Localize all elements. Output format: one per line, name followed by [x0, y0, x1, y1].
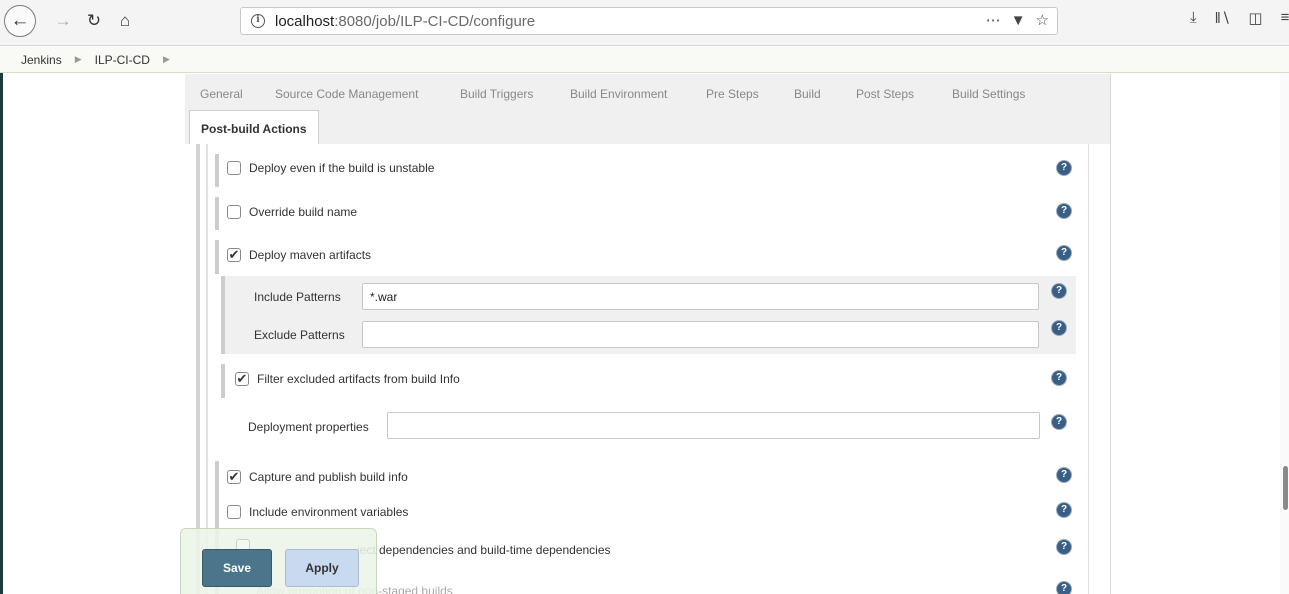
- include-env-option: Include environment variables: [227, 505, 408, 519]
- include-env-checkbox[interactable]: [227, 505, 241, 519]
- help-icon[interactable]: ?: [1057, 540, 1071, 554]
- override-name-label: Override build name: [249, 205, 358, 219]
- tab-post-build-actions[interactable]: Post-build Actions: [189, 110, 319, 144]
- info-icon[interactable]: i: [251, 14, 265, 28]
- help-icon[interactable]: ?: [1057, 246, 1071, 260]
- pocket-icon[interactable]: ▼: [1011, 12, 1026, 29]
- section-bar: [206, 144, 208, 594]
- help-icon[interactable]: ?: [1057, 204, 1071, 218]
- apply-button[interactable]: Apply: [285, 549, 359, 587]
- tab-pre-steps[interactable]: Pre Steps: [706, 87, 759, 101]
- help-icon[interactable]: ?: [1057, 582, 1071, 594]
- include-patterns-input[interactable]: [362, 283, 1039, 310]
- sidebar-icon[interactable]: ◫: [1248, 9, 1262, 27]
- deploy-unstable-label: Deploy even if the build is unstable: [249, 161, 435, 175]
- download-icon[interactable]: ⤓: [1190, 9, 1197, 27]
- menu-icon[interactable]: ≡: [1281, 9, 1289, 27]
- help-icon[interactable]: ?: [1057, 468, 1071, 482]
- deployment-properties-input[interactable]: [387, 412, 1040, 439]
- forward-icon[interactable]: →: [49, 7, 77, 35]
- library-icon[interactable]: ‖∖: [1215, 9, 1231, 27]
- filter-excluded-option: ✔ Filter excluded artifacts from build I…: [235, 372, 460, 386]
- tab-build-settings[interactable]: Build Settings: [952, 87, 1025, 101]
- section-bar: [221, 364, 225, 398]
- deployment-properties-label: Deployment properties: [248, 420, 369, 434]
- tab-build-environment[interactable]: Build Environment: [570, 87, 667, 101]
- save-button[interactable]: Save: [202, 549, 272, 587]
- include-env-label: Include environment variables: [249, 505, 409, 519]
- scrollbar-thumb[interactable]: [1283, 466, 1288, 510]
- url-path: :8080/job/ILP-CI-CD/configure: [334, 12, 536, 30]
- record-dependencies-option: ject dependencies and build-time depende…: [357, 543, 611, 557]
- deploy-maven-label: Deploy maven artifacts: [249, 248, 372, 262]
- more-icon[interactable]: ⋯: [986, 11, 1001, 29]
- capture-publish-label: Capture and publish build info: [249, 470, 408, 484]
- star-icon[interactable]: ☆: [1036, 11, 1049, 29]
- back-icon[interactable]: ←: [4, 5, 36, 37]
- section-bar: [221, 276, 225, 354]
- scrollbar-track[interactable]: [1280, 73, 1289, 594]
- help-icon[interactable]: ?: [1052, 371, 1066, 385]
- chevron-right-icon[interactable]: ▶: [163, 54, 170, 65]
- section-bar: [215, 154, 219, 187]
- left-border: [0, 73, 6, 594]
- filter-excluded-label: Filter excluded artifacts from build Inf…: [257, 372, 460, 386]
- section-bar: [196, 144, 200, 594]
- help-icon[interactable]: ?: [1052, 284, 1066, 298]
- section-bar: [215, 197, 219, 230]
- help-icon[interactable]: ?: [1057, 503, 1071, 517]
- reload-icon[interactable]: ↻: [80, 7, 108, 35]
- chevron-right-icon: ▶: [74, 54, 82, 64]
- tab-scm[interactable]: Source Code Management: [275, 87, 418, 101]
- home-icon[interactable]: ⌂: [111, 7, 139, 35]
- deploy-maven-option: ✔ Deploy maven artifacts: [227, 248, 371, 262]
- exclude-patterns-label: Exclude Patterns: [254, 328, 345, 342]
- url-bar[interactable]: i localhost:8080/job/ILP-CI-CD/configure…: [240, 7, 1058, 35]
- exclude-patterns-input[interactable]: [362, 321, 1039, 348]
- help-icon[interactable]: ?: [1052, 415, 1066, 429]
- capture-publish-checkbox[interactable]: ✔: [227, 470, 241, 484]
- config-tabs: General Source Code Management Build Tri…: [185, 74, 1111, 144]
- section-bar: [215, 240, 219, 274]
- tab-build-triggers[interactable]: Build Triggers: [460, 87, 533, 101]
- content-divider: [1088, 144, 1089, 594]
- override-name-option: Override build name: [227, 205, 357, 219]
- url-host: localhost: [275, 12, 335, 30]
- tab-general[interactable]: General: [200, 87, 243, 101]
- override-name-checkbox[interactable]: [227, 205, 241, 219]
- page-divider: [1110, 74, 1111, 594]
- deploy-maven-checkbox[interactable]: ✔: [227, 248, 241, 262]
- browser-toolbar: ← → ↻ ⌂ i localhost:8080/job/ILP-CI-CD/c…: [0, 0, 1289, 46]
- help-icon[interactable]: ?: [1057, 161, 1071, 175]
- include-patterns-label: Include Patterns: [254, 290, 341, 304]
- capture-publish-option: ✔ Capture and publish build info: [227, 470, 408, 484]
- deploy-unstable-option: Deploy even if the build is unstable: [227, 161, 434, 175]
- tab-post-steps[interactable]: Post Steps: [856, 87, 914, 101]
- tab-build[interactable]: Build: [794, 87, 821, 101]
- deploy-unstable-checkbox[interactable]: [227, 161, 241, 175]
- breadcrumb-job[interactable]: ILP-CI-CD: [95, 53, 150, 67]
- breadcrumb: Jenkins ▶ ILP-CI-CD ▶: [0, 47, 1289, 73]
- breadcrumb-jenkins[interactable]: Jenkins: [21, 53, 62, 67]
- filter-excluded-checkbox[interactable]: ✔: [235, 372, 249, 386]
- record-dependencies-label: ject dependencies and build-time depende…: [357, 543, 611, 557]
- help-icon[interactable]: ?: [1052, 321, 1066, 335]
